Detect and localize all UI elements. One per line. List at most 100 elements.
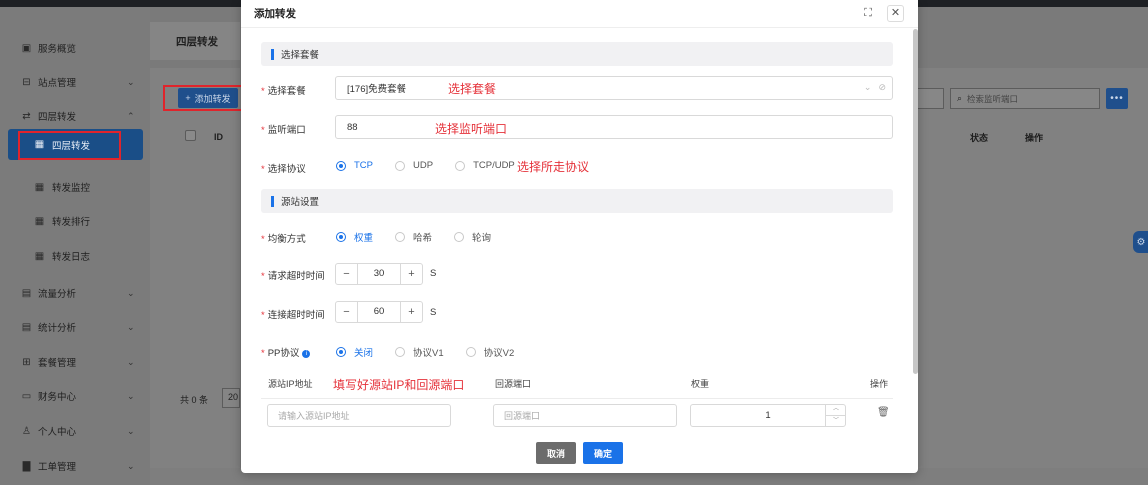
weight-stepper-controls[interactable]: ︿ ﹀ [825,404,846,427]
search-input[interactable]: ⌕ 检索监听端口 [950,88,1100,109]
radio-pp-v1[interactable]: 协议V1 [395,345,444,359]
settings-float-button[interactable]: ⚙ [1133,231,1148,253]
conn-timeout-stepper[interactable]: − 60 + [335,301,423,323]
dialog-scrollbar[interactable] [913,29,918,374]
sidebar-item-label: 财务中心 [38,392,77,403]
origin-header-weight: 权重 [691,379,710,389]
sidebar-item-traffic[interactable]: ▤ 流量分析 ⌄ [0,278,150,308]
radio-label: TCP/UDP [473,160,515,171]
conn-timeout-value[interactable]: 60 [358,302,400,322]
sidebar-item-finance[interactable]: ▭ 财务中心 ⌄ [0,381,150,411]
protocol-label-text: 选择协议 [267,164,306,175]
radio-dot [455,160,466,171]
weight-input[interactable]: 1 [690,404,846,427]
forward-icon: ⇄ [22,110,31,122]
page-size-select[interactable]: 20 [222,388,240,408]
radio-pp-v2[interactable]: 协议V2 [465,345,514,359]
ticket-icon: ▇ [22,460,31,472]
section-title: 源站设置 [281,197,320,208]
chevron-up-icon[interactable]: ︿ [826,404,846,415]
sidebar-item-forward-monitor[interactable]: ▦ 转发监控 [0,172,150,202]
origin-table-divider [261,398,893,399]
confirm-button[interactable]: 确定 [583,442,623,464]
weight-value: 1 [765,410,771,421]
origin-port-input[interactable]: 回源端口 [493,404,677,427]
radio-dot [336,160,346,171]
grid-icon: ▦ [34,181,45,193]
radio-weight[interactable]: 权重 [336,230,373,244]
radio-round-robin[interactable]: 轮询 [454,230,491,244]
annotation-port: 选择监听端口 [435,122,508,136]
radio-tcp-udp[interactable]: TCP/UDP [455,160,515,171]
radio-label: TCP [354,160,373,171]
sidebar-item-stats[interactable]: ▤ 统计分析 ⌄ [0,312,150,342]
decrement-button[interactable]: − [336,302,358,322]
radio-dot [395,160,405,171]
radio-udp[interactable]: UDP [395,160,433,171]
sidebar-item-label: 统计分析 [38,323,77,334]
radio-label: 关闭 [354,348,374,359]
origin-header-ip: 源站IP地址 [268,379,313,389]
req-timeout-value[interactable]: 30 [358,264,400,284]
radio-dot [465,347,476,357]
chevron-down-icon[interactable]: ﹀ [826,415,846,427]
sidebar-item-label: 工单管理 [38,462,77,473]
pp-label: * PP协议 i [261,345,311,359]
filter-input[interactable] [918,88,944,109]
annotation-origin: 填写好源站IP和回源端口 [333,378,465,392]
user-icon: ♙ [22,425,31,437]
sidebar: ▣ 服务概览 ⊟ 站点管理 ⌄ ⇄ 四层转发 ⌃ ▦ 四层转发 ▦ 转发监控 ▦… [0,7,150,485]
radio-hash[interactable]: 哈希 [395,230,432,244]
port-label: * 监听端口 [261,122,306,136]
radio-dot [395,232,406,242]
balance-label: * 均衡方式 [261,231,306,245]
chevron-down-icon: ⌄ [127,287,135,298]
listen-port-input[interactable]: 88 [335,115,893,139]
cancel-button[interactable]: 取消 [536,442,576,464]
required-mark: * [261,310,265,321]
chevron-down-icon: ⌄ [127,390,135,401]
sidebar-item-label: 服务概览 [38,44,77,55]
fullscreen-icon[interactable]: ⛶ [861,6,875,20]
column-header-id: ID [214,132,223,142]
unit-label: S [430,268,437,279]
sidebar-item-packages[interactable]: ⊞ 套餐管理 ⌄ [0,347,150,377]
radio-tcp[interactable]: TCP [336,160,373,171]
finance-icon: ▭ [21,390,32,402]
dialog-footer: 取消 确定 [241,431,918,473]
radio-pp-off[interactable]: 关闭 [336,345,373,359]
origin-ip-input[interactable]: 请输入源站IP地址 [267,404,451,427]
sidebar-item-forward-rank[interactable]: ▦ 转发排行 [0,206,150,236]
sidebar-item-l4-forward[interactable]: ⇄ 四层转发 ⌃ [0,101,150,131]
more-button[interactable]: ••• [1106,88,1128,109]
req-timeout-stepper[interactable]: − 30 + [335,263,423,285]
package-select[interactable]: [176]免费套餐 ⌄ ⊘ [335,76,893,100]
chevron-down-icon: ⌄ [127,356,135,367]
sidebar-item-overview[interactable]: ▣ 服务概览 [0,33,150,63]
package-icon: ⊞ [22,356,31,368]
sidebar-item-sites[interactable]: ⊟ 站点管理 ⌄ [0,67,150,97]
search-placeholder: 检索监听端口 [967,93,1019,104]
select-all-checkbox[interactable] [185,130,196,141]
decrement-button[interactable]: − [336,264,358,284]
table-header-right: 状态 操作 [918,125,1148,149]
sidebar-item-profile[interactable]: ♙ 个人中心 ⌄ [0,416,150,446]
column-header-status: 状态 [970,132,989,143]
chevron-down-icon: ⌄ [127,425,135,436]
highlight-box-add [163,85,251,111]
sidebar-item-tickets[interactable]: ▇ 工单管理 ⌄ [0,451,150,481]
increment-button[interactable]: + [400,264,422,284]
required-mark: * [261,125,265,136]
doc-icon: ▤ [21,287,32,299]
increment-button[interactable]: + [400,302,422,322]
required-mark: * [261,164,265,175]
unit-label: S [430,307,437,318]
conn-timeout-label-text: 连接超时时间 [267,310,325,321]
listen-port-value: 88 [347,121,358,133]
radio-label: UDP [413,160,434,171]
close-icon[interactable]: ✕ [887,5,904,22]
info-icon[interactable]: i [302,350,311,358]
sidebar-item-forward-log[interactable]: ▦ 转发日志 [0,241,150,271]
trash-icon[interactable]: 🗑 [877,407,890,418]
required-mark: * [261,234,265,245]
